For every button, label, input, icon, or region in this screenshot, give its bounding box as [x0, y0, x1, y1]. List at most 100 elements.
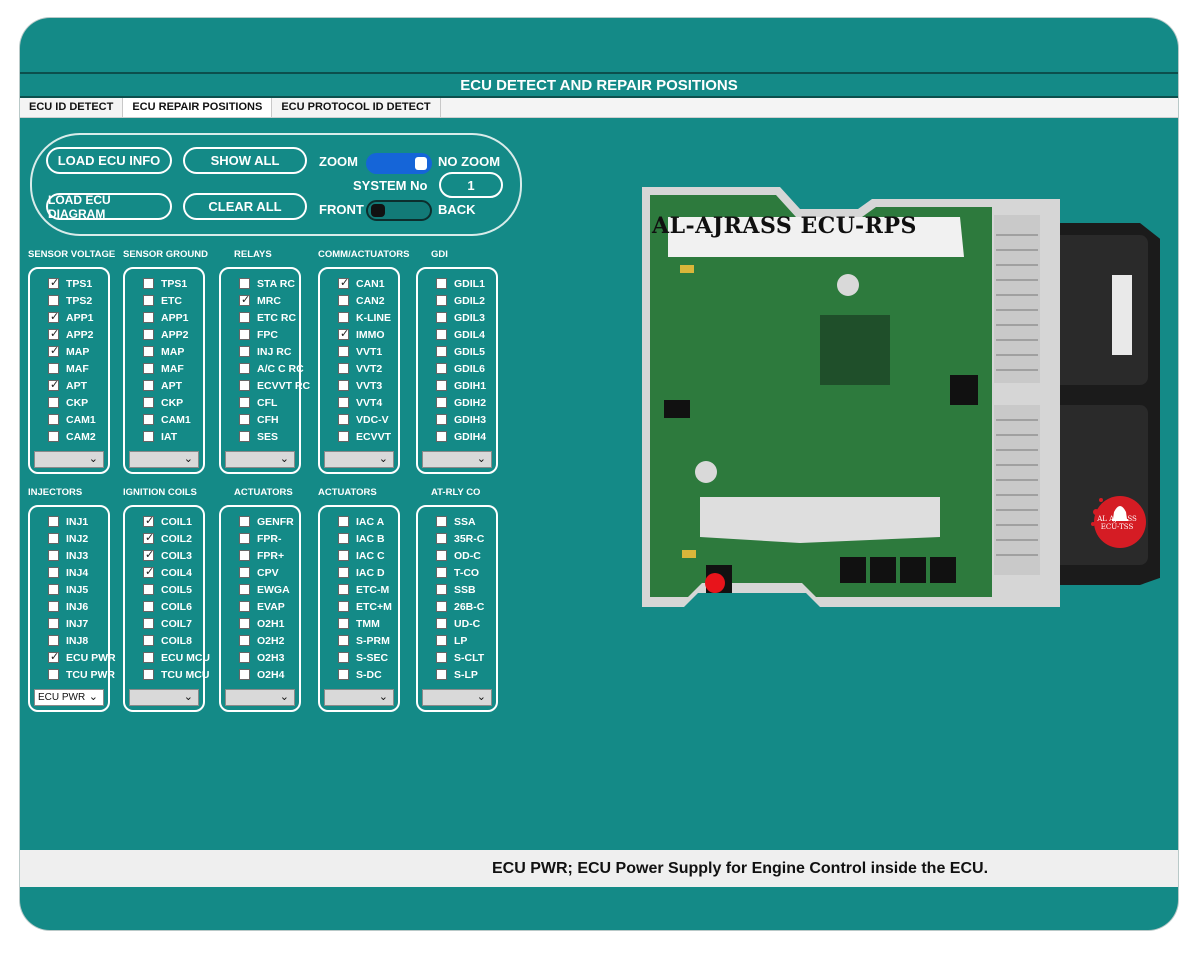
checkbox[interactable]: [143, 548, 154, 561]
checkbox-row[interactable]: O2H1: [221, 615, 299, 632]
checkbox-row[interactable]: O2H2: [221, 632, 299, 649]
checkbox[interactable]: [143, 584, 154, 595]
checkbox-row[interactable]: GDIH3: [418, 411, 496, 428]
checkbox[interactable]: [48, 550, 59, 561]
checkbox[interactable]: [143, 635, 154, 646]
checkbox-row[interactable]: SSA: [418, 513, 496, 530]
checkbox-row[interactable]: APP1: [125, 309, 203, 326]
checkbox-row[interactable]: GDIH2: [418, 394, 496, 411]
checkbox-row[interactable]: 26B-C: [418, 598, 496, 615]
checkbox[interactable]: [239, 312, 250, 323]
checkbox-row[interactable]: APT: [30, 377, 108, 394]
checkbox[interactable]: [48, 397, 59, 408]
checkbox-row[interactable]: CFL: [221, 394, 299, 411]
checkbox[interactable]: [338, 516, 349, 527]
checkbox-row[interactable]: A/C C RC: [221, 360, 304, 377]
checkbox[interactable]: [239, 635, 250, 646]
checkbox[interactable]: [239, 567, 250, 578]
checkbox-row[interactable]: GDIL6: [418, 360, 496, 377]
checkbox-row[interactable]: O2H4: [221, 666, 299, 683]
checkbox[interactable]: [239, 380, 250, 391]
checkbox[interactable]: [48, 567, 59, 578]
checkbox-row[interactable]: IAC A: [320, 513, 398, 530]
checkbox-row[interactable]: S-PRM: [320, 632, 398, 649]
checkbox[interactable]: [338, 635, 349, 646]
checkbox[interactable]: [239, 278, 250, 289]
checkbox[interactable]: [143, 380, 154, 391]
checkbox-row[interactable]: CAN2: [320, 292, 398, 309]
checkbox[interactable]: [143, 652, 154, 663]
system-no-field[interactable]: 1: [439, 172, 503, 198]
group-dropdown[interactable]: ECU PWR ⌄: [34, 689, 104, 706]
checkbox-row[interactable]: GDIL1: [418, 275, 496, 292]
checkbox-row[interactable]: MAP: [30, 343, 108, 360]
tab-ecu-id-detect[interactable]: ECU ID DETECT: [20, 98, 124, 117]
checkbox[interactable]: [48, 344, 59, 357]
checkbox[interactable]: [48, 363, 59, 374]
checkbox-row[interactable]: MAP: [125, 343, 203, 360]
checkbox[interactable]: [436, 363, 447, 374]
checkbox[interactable]: [338, 652, 349, 663]
checkbox-row[interactable]: MAF: [125, 360, 203, 377]
checkbox[interactable]: [239, 363, 250, 374]
checkbox-row[interactable]: UD-C: [418, 615, 496, 632]
checkbox[interactable]: [338, 601, 349, 612]
checkbox[interactable]: [338, 584, 349, 595]
checkbox[interactable]: [436, 431, 447, 442]
checkbox[interactable]: [338, 550, 349, 561]
checkbox-row[interactable]: COIL5: [125, 581, 203, 598]
checkbox-row[interactable]: TPS1: [30, 275, 108, 292]
checkbox-row[interactable]: INJ5: [30, 581, 108, 598]
checkbox[interactable]: [436, 329, 447, 340]
checkbox-row[interactable]: ECU MCU: [125, 649, 210, 666]
checkbox-row[interactable]: ETC RC: [221, 309, 299, 326]
clear-all-button[interactable]: CLEAR ALL: [183, 193, 307, 220]
checkbox-row[interactable]: VVT2: [320, 360, 398, 377]
checkbox[interactable]: [143, 363, 154, 374]
checkbox[interactable]: [436, 567, 447, 578]
checkbox[interactable]: [338, 618, 349, 629]
checkbox-row[interactable]: VVT4: [320, 394, 398, 411]
checkbox[interactable]: [239, 550, 250, 561]
checkbox-row[interactable]: CAM1: [30, 411, 108, 428]
checkbox-row[interactable]: IAC B: [320, 530, 398, 547]
checkbox[interactable]: [143, 278, 154, 289]
checkbox-row[interactable]: APP2: [30, 326, 108, 343]
checkbox-row[interactable]: S-CLT: [418, 649, 496, 666]
checkbox[interactable]: [338, 346, 349, 357]
checkbox-row[interactable]: COIL4: [125, 564, 203, 581]
checkbox[interactable]: [48, 276, 59, 289]
checkbox[interactable]: [239, 414, 250, 425]
checkbox-row[interactable]: SSB: [418, 581, 496, 598]
group-dropdown[interactable]: ⌄: [34, 451, 104, 468]
checkbox-row[interactable]: TPS1: [125, 275, 203, 292]
checkbox[interactable]: [239, 293, 250, 306]
checkbox[interactable]: [436, 516, 447, 527]
checkbox-row[interactable]: TCU PWR: [30, 666, 115, 683]
checkbox-row[interactable]: GDIL5: [418, 343, 496, 360]
checkbox[interactable]: [436, 312, 447, 323]
checkbox[interactable]: [48, 327, 59, 340]
checkbox-row[interactable]: EWGA: [221, 581, 299, 598]
checkbox-row[interactable]: IAC D: [320, 564, 398, 581]
checkbox-row[interactable]: COIL6: [125, 598, 203, 615]
checkbox[interactable]: [338, 414, 349, 425]
checkbox-row[interactable]: FPR+: [221, 547, 299, 564]
checkbox[interactable]: [48, 601, 59, 612]
checkbox-row[interactable]: INJ8: [30, 632, 108, 649]
checkbox[interactable]: [338, 533, 349, 544]
tab-ecu-protocol-id-detect[interactable]: ECU PROTOCOL ID DETECT: [272, 98, 441, 117]
checkbox-row[interactable]: INJ2: [30, 530, 108, 547]
checkbox[interactable]: [239, 533, 250, 544]
checkbox-row[interactable]: APT: [125, 377, 203, 394]
group-dropdown[interactable]: ⌄: [422, 451, 492, 468]
checkbox[interactable]: [338, 669, 349, 680]
checkbox-row[interactable]: INJ1: [30, 513, 108, 530]
checkbox[interactable]: [436, 652, 447, 663]
checkbox-row[interactable]: GDIH4: [418, 428, 496, 445]
checkbox[interactable]: [239, 516, 250, 527]
checkbox-row[interactable]: ETC-M: [320, 581, 398, 598]
zoom-toggle[interactable]: [366, 153, 432, 174]
checkbox[interactable]: [436, 550, 447, 561]
checkbox[interactable]: [436, 618, 447, 629]
